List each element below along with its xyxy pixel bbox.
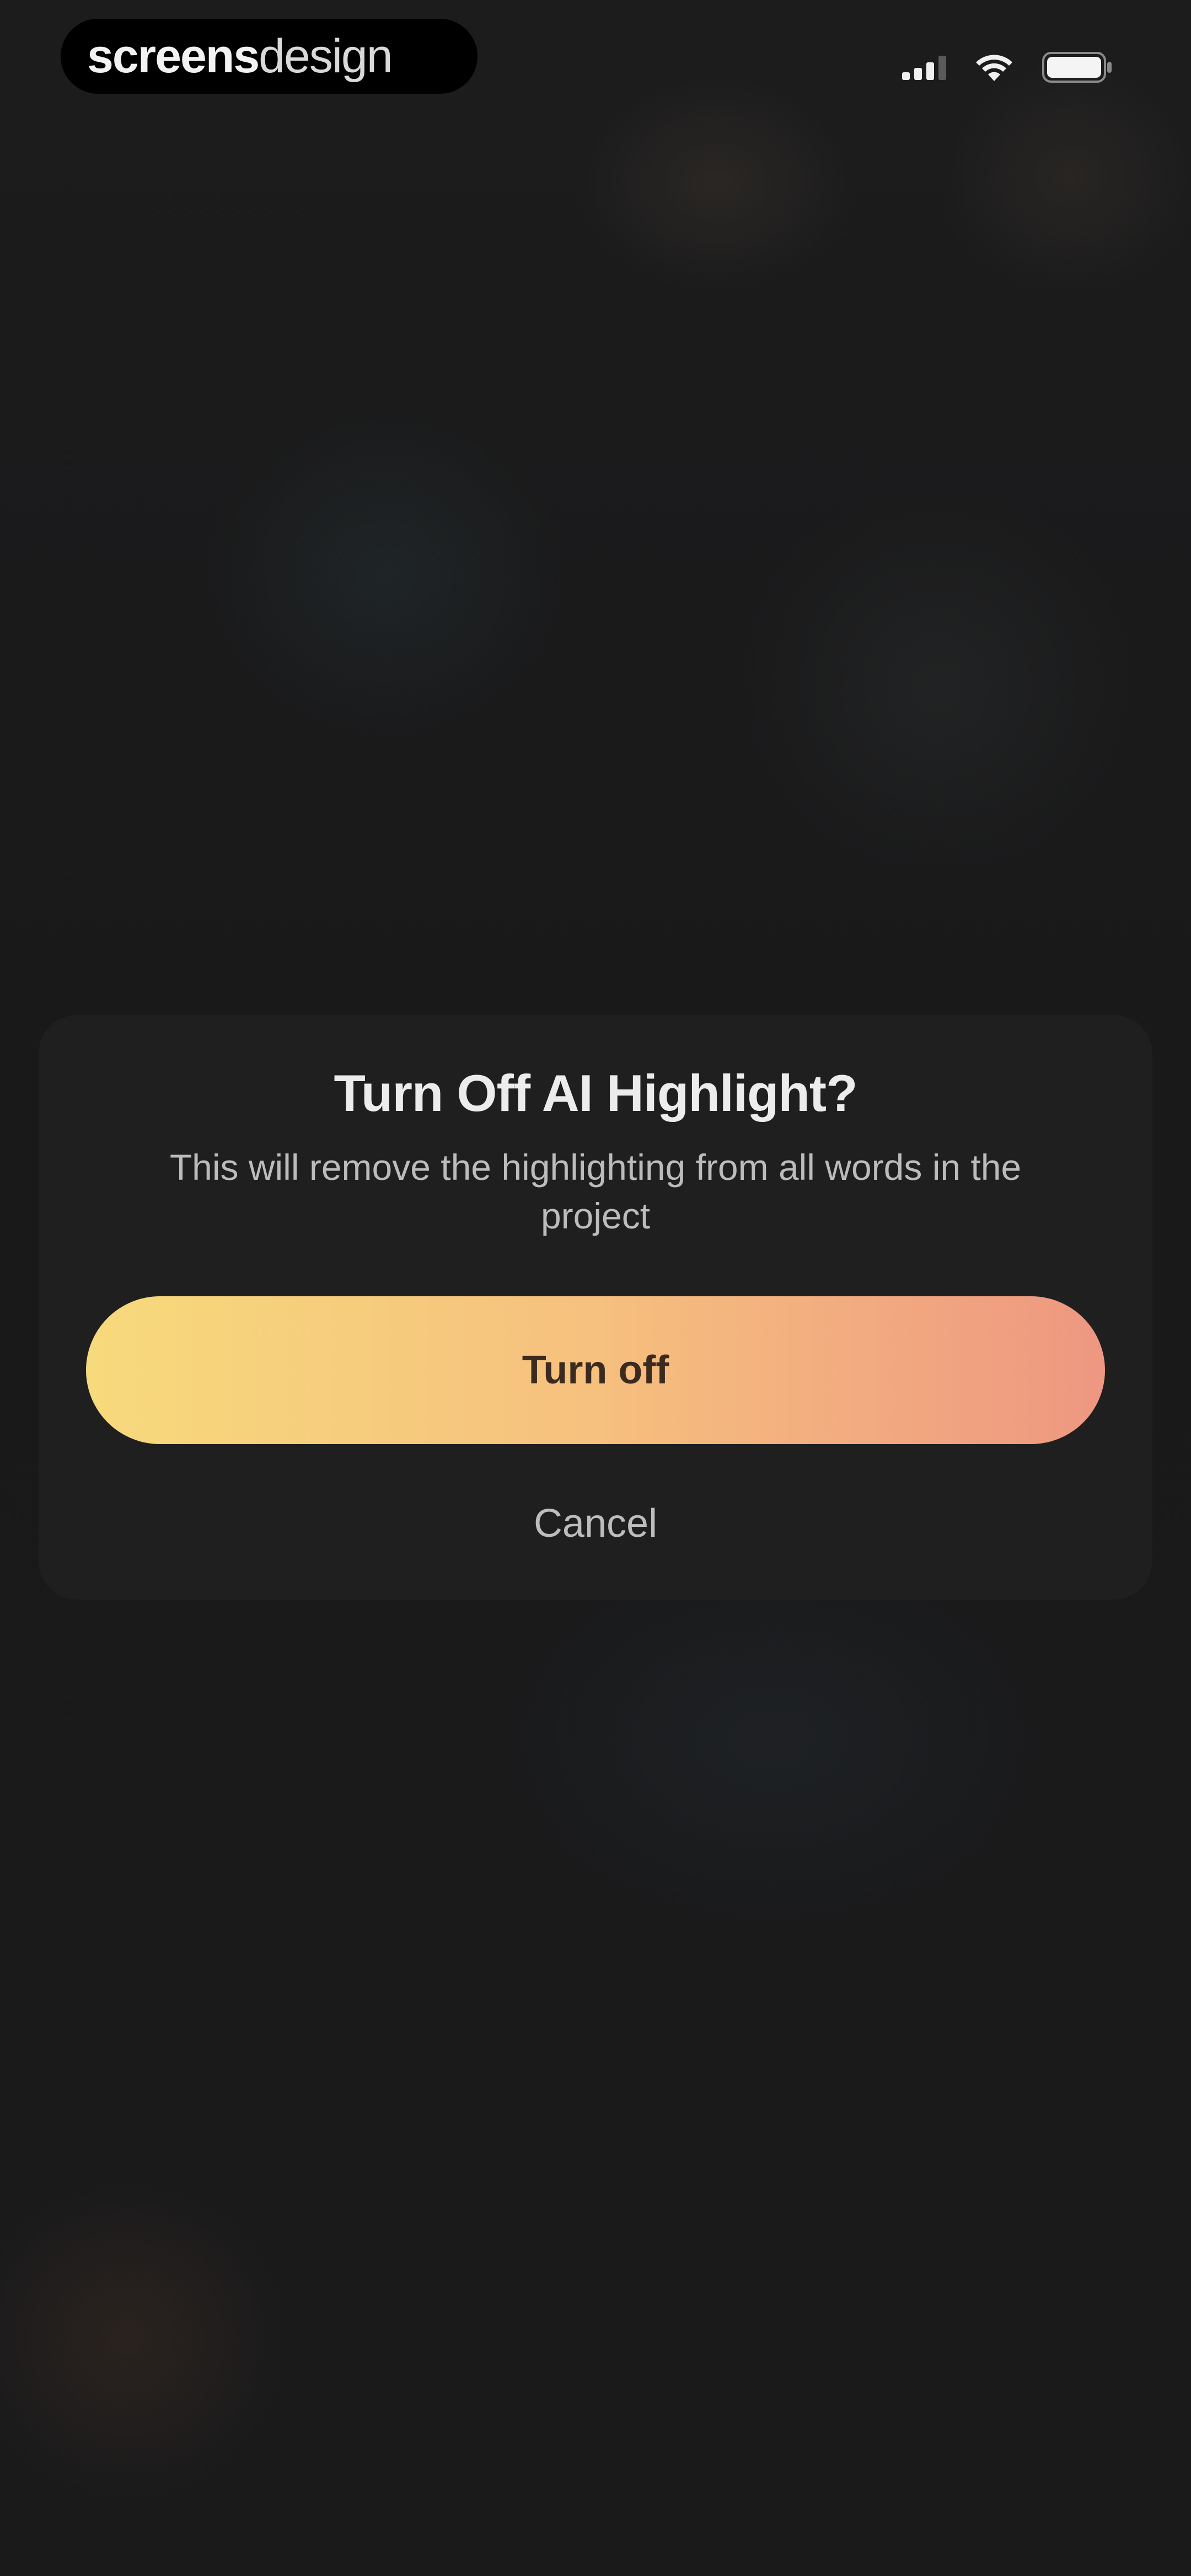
brand-name-bold: screens <box>87 29 260 83</box>
status-bar-icons <box>902 45 1114 89</box>
dialog-title: Turn Off AI Highlight? <box>334 1064 857 1122</box>
brand-name-light: design <box>259 29 393 83</box>
dialog-message: This will remove the highlighting from a… <box>169 1147 1022 1236</box>
cancel-button[interactable]: Cancel <box>403 1490 788 1557</box>
wifi-icon <box>975 52 1013 82</box>
turn-off-highlight-dialog: Turn Off AI Highlight? This will remove … <box>39 1015 1152 1600</box>
brand-logo-pill: screens design <box>61 19 478 94</box>
turn-off-button[interactable]: Turn off <box>86 1296 1105 1444</box>
battery-icon <box>1042 51 1114 84</box>
app-screen: screens design Turn Off AI Highlight? Th… <box>0 0 1191 2576</box>
signal-icon <box>902 55 946 80</box>
